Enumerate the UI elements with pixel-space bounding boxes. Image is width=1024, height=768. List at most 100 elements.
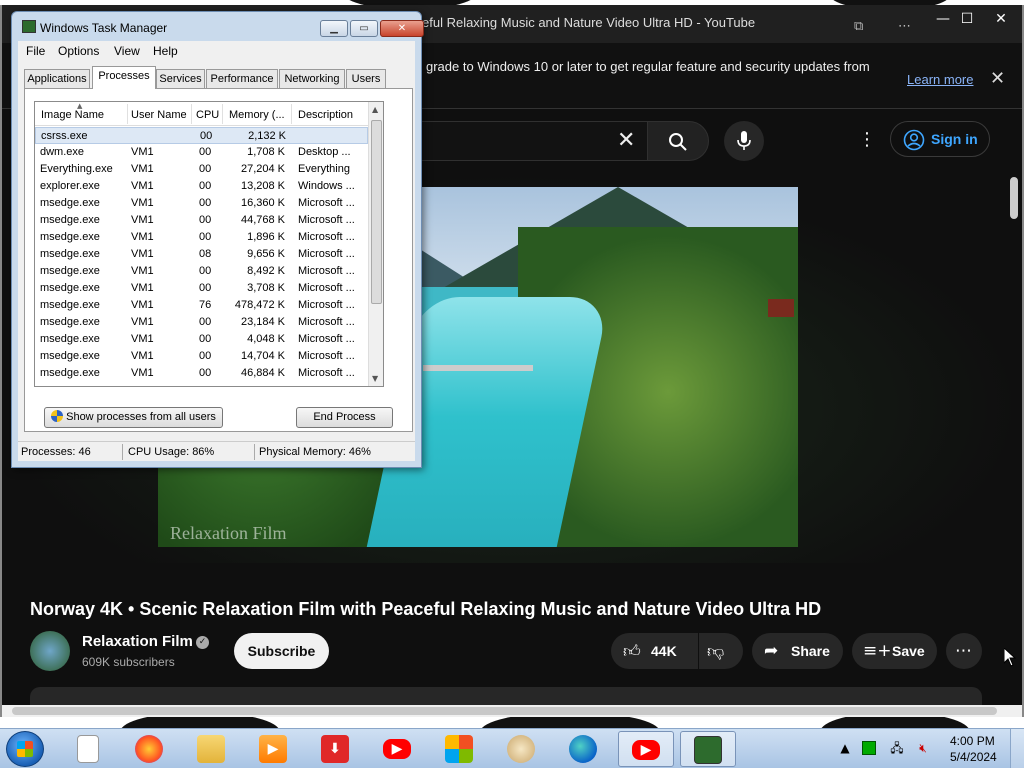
process-image-name: dwm.exe (40, 146, 85, 158)
download-icon: ⬇ (321, 735, 349, 763)
menu-view[interactable]: View (114, 44, 140, 58)
process-list-scrollbar[interactable]: ▲ ▼ (368, 102, 383, 386)
settings-kebab-icon[interactable]: ⋮ (858, 129, 876, 150)
tm-close-button[interactable]: ✕ (380, 20, 424, 37)
process-cpu: 00 (199, 163, 212, 175)
search-input[interactable]: ✕ (422, 121, 648, 161)
process-row[interactable]: explorer.exe VM1 00 13,208 K Windows ... (35, 178, 368, 195)
process-row[interactable]: msedge.exe VM1 76 478,472 K Microsoft ... (35, 297, 368, 314)
green-status-icon[interactable] (862, 741, 876, 755)
tab-networking[interactable]: Networking (279, 69, 345, 88)
tab-performance[interactable]: Performance (206, 69, 278, 88)
share-button[interactable]: ➦ Share (752, 633, 843, 669)
process-row[interactable]: csrss.exe 00 2,132 K (35, 127, 368, 144)
column-memory[interactable]: Memory (... (229, 109, 285, 121)
tab-processes[interactable]: Processes (92, 66, 156, 89)
taskbar-app-store[interactable] (432, 731, 488, 767)
show-all-processes-label: Show processes from all users (66, 411, 216, 423)
process-row[interactable]: dwm.exe VM1 00 1,708 K Desktop ... (35, 144, 368, 161)
end-process-button[interactable]: End Process (296, 407, 393, 428)
channel-avatar[interactable] (30, 631, 70, 671)
process-row[interactable]: msedge.exe VM1 00 16,360 K Microsoft ... (35, 195, 368, 212)
screen-share-icon[interactable]: ⧉ (854, 19, 870, 35)
process-row[interactable]: msedge.exe VM1 00 8,492 K Microsoft ... (35, 263, 368, 280)
taskbar-app-firefox[interactable] (122, 731, 178, 767)
column-image-name[interactable]: Image Name (41, 109, 104, 121)
taskbar-app-media-player[interactable]: ▶ (246, 731, 302, 767)
taskbar-app-youtube[interactable]: ▶ (618, 731, 674, 767)
dislike-button[interactable]: 👎︎ (699, 633, 743, 669)
tab-applications[interactable]: Applications (24, 69, 90, 88)
page-scrollbar-thumb[interactable] (1010, 177, 1018, 219)
show-desktop-button[interactable] (1010, 729, 1024, 768)
sign-in-button[interactable]: Sign in (890, 121, 990, 157)
process-user-name: VM1 (131, 316, 154, 328)
tab-services[interactable]: Services (156, 69, 205, 88)
scroll-down-icon[interactable]: ▼ (372, 374, 378, 383)
process-row[interactable]: msedge.exe VM1 00 44,768 K Microsoft ... (35, 212, 368, 229)
taskbar-app-edge[interactable] (556, 731, 612, 767)
process-row[interactable]: msedge.exe VM1 00 23,184 K Microsoft ... (35, 314, 368, 331)
subscribe-button[interactable]: Subscribe (234, 633, 329, 669)
tab-users[interactable]: Users (346, 69, 386, 88)
tm-minimize-button[interactable]: ▁ (320, 20, 348, 37)
taskbar-app-folder[interactable] (184, 731, 240, 767)
network-icon[interactable]: 🖧 (890, 741, 904, 755)
column-cpu[interactable]: CPU (196, 109, 219, 121)
save-button[interactable]: ≡+ Save (852, 633, 937, 669)
process-list-scroll-thumb[interactable] (371, 120, 382, 304)
browser-tab-title[interactable]: eful Relaxing Music and Nature Video Ult… (422, 15, 755, 30)
taskbar-app-download[interactable]: ⬇ (308, 731, 364, 767)
search-icon (669, 133, 687, 151)
show-all-processes-button[interactable]: Show processes from all users (44, 407, 223, 428)
process-list[interactable]: ▲ Image Name User Name CPU Memory (... D… (34, 101, 384, 387)
learn-more-link[interactable]: Learn more (907, 72, 973, 87)
taskbar-app-task-manager[interactable] (680, 731, 736, 767)
process-row[interactable]: msedge.exe VM1 00 1,896 K Microsoft ... (35, 229, 368, 246)
process-row[interactable]: Everything.exe VM1 00 27,204 K Everything (35, 161, 368, 178)
menu-options[interactable]: Options (58, 44, 99, 58)
volume-muted-icon[interactable]: 🔇︎ (916, 741, 930, 755)
taskbar-app-paint[interactable] (494, 731, 550, 767)
more-actions-button[interactable]: ⋯ (946, 633, 982, 669)
horizontal-scrollbar[interactable] (2, 705, 1022, 717)
taskbar-app-file[interactable] (60, 731, 116, 767)
menu-file[interactable]: File (26, 44, 45, 58)
search-button[interactable] (647, 121, 709, 161)
like-button[interactable]: 👍︎ 44K (611, 633, 698, 669)
channel-name[interactable]: Relaxation Film (82, 633, 193, 650)
column-separator[interactable] (291, 104, 292, 124)
process-cpu: 00 (200, 130, 213, 142)
process-memory: 1,896 K (247, 231, 285, 243)
column-description[interactable]: Description (298, 109, 353, 121)
menu-help[interactable]: Help (153, 44, 178, 58)
column-user-name[interactable]: User Name (131, 109, 187, 121)
process-row[interactable]: msedge.exe VM1 00 4,048 K Microsoft ... (35, 331, 368, 348)
taskbar-app-youtube[interactable]: ▶ (370, 731, 426, 767)
scroll-up-icon[interactable]: ▲ (372, 105, 378, 114)
browser-maximize-button[interactable]: ☐ (950, 7, 984, 31)
process-cpu: 00 (199, 265, 212, 277)
clock-time[interactable]: 4:00 PM (950, 734, 995, 748)
tm-maximize-button[interactable]: ▭ (350, 20, 378, 37)
browser-close-button[interactable]: ✕ (984, 7, 1018, 31)
clock-date[interactable]: 5/4/2024 (950, 750, 997, 764)
show-hidden-icons[interactable]: ▲ (838, 741, 852, 755)
horizontal-scrollbar-thumb[interactable] (12, 707, 997, 715)
more-options-icon[interactable]: ⋯ (898, 19, 914, 35)
voice-search-button[interactable] (724, 121, 764, 161)
status-processes: Processes: 46 (21, 446, 91, 458)
process-row[interactable]: msedge.exe VM1 00 3,708 K Microsoft ... (35, 280, 368, 297)
process-row[interactable]: msedge.exe VM1 00 46,884 K Microsoft ... (35, 365, 368, 382)
column-separator[interactable] (222, 104, 223, 124)
column-separator[interactable] (127, 104, 128, 124)
process-row[interactable]: msedge.exe VM1 00 14,704 K Microsoft ... (35, 348, 368, 365)
start-button[interactable] (6, 731, 44, 767)
clear-search-icon[interactable]: ✕ (617, 128, 635, 153)
process-row[interactable]: msedge.exe VM1 08 9,656 K Microsoft ... (35, 246, 368, 263)
column-separator[interactable] (191, 104, 192, 124)
infobar-close-icon[interactable]: ✕ (990, 68, 1005, 89)
description-box[interactable] (30, 687, 982, 707)
process-memory: 2,132 K (248, 130, 286, 142)
process-cpu: 00 (199, 214, 212, 226)
